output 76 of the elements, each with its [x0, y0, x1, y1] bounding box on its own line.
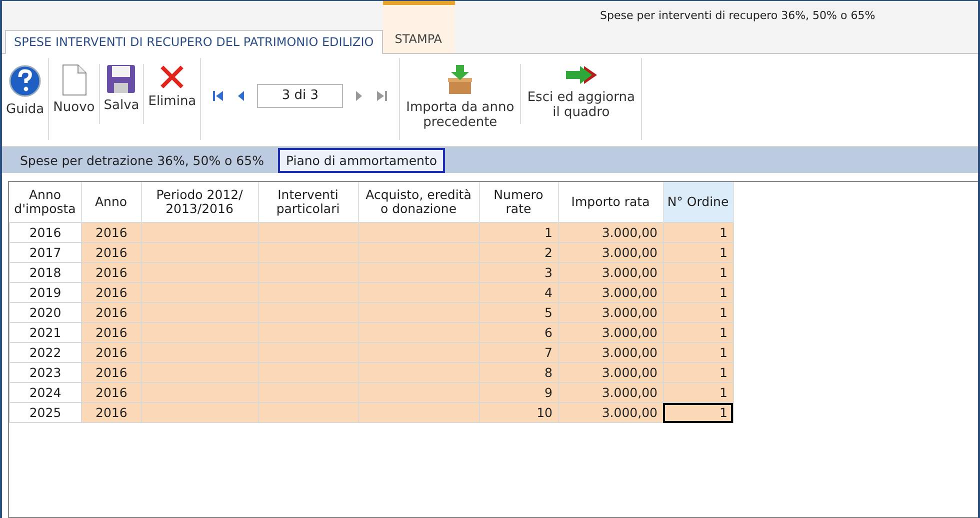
table-cell: 2016 [81, 342, 141, 362]
table-cell: 2 [479, 242, 558, 262]
table-cell: 3.000,00 [558, 262, 663, 282]
table-cell: 2016 [81, 282, 141, 302]
table-cell: 1 [479, 222, 558, 242]
table-cell: 2016 [81, 262, 141, 282]
record-field[interactable]: 3 di 3 [257, 84, 344, 108]
toolbar-button[interactable]: Esci ed aggiorna il quadro [523, 62, 640, 122]
table-cell: 2021 [10, 322, 81, 342]
column-header: Anno d'imposta [10, 182, 81, 222]
table-cell: 4 [479, 282, 558, 302]
table-cell: 1 [663, 322, 733, 342]
table-cell: 3.000,00 [558, 362, 663, 382]
table-cell: 1 [663, 282, 733, 302]
table-cell: 3.000,00 [558, 242, 663, 262]
table-cell: 1 [663, 222, 733, 242]
table-cell: 2016 [10, 222, 81, 242]
table-cell: 2020 [10, 302, 81, 322]
table-cell: 1 [663, 342, 733, 362]
table-cell: 8 [479, 362, 558, 382]
table-cell: 3.000,00 [558, 382, 663, 402]
table-cell: 3.000,00 [558, 342, 663, 362]
document-icon [60, 64, 88, 96]
toolbar-button[interactable]: Nuovo [51, 62, 97, 117]
table-cell: 9 [479, 382, 558, 402]
table-cell: 3.000,00 [558, 222, 663, 242]
table-cell: 1 [663, 362, 733, 382]
table-cell: 2016 [81, 322, 141, 342]
table-cell: 3.000,00 [558, 302, 663, 322]
right-arrow-icon [564, 64, 598, 86]
toolbar-button[interactable]: Salva [102, 62, 142, 115]
table-cell: 2016 [81, 362, 141, 382]
table-cell: 2016 [81, 382, 141, 402]
table-cell: 2017 [10, 242, 81, 262]
toolbar-button[interactable]: Elimina [146, 62, 198, 111]
column-header: Interventi particolari [258, 182, 358, 222]
table-cell: 5 [479, 302, 558, 322]
table-cell: 6 [479, 322, 558, 342]
delete-icon [159, 64, 186, 90]
column-header: Numero rate [479, 182, 558, 222]
window-title: Spese per interventi di recupero 36%, 50% o 65% [600, 9, 876, 22]
table-cell: 2023 [10, 362, 81, 382]
first-record-icon[interactable] [211, 89, 226, 103]
table-cell: 3.000,00 [558, 282, 663, 302]
column-header: Importo rata [558, 182, 663, 222]
table-cell: 1 [663, 242, 733, 262]
table-cell: 2022 [10, 342, 81, 362]
table-cell: 2025 [10, 402, 81, 422]
import-box-icon [446, 64, 474, 96]
section-tab[interactable]: Spese per detrazione 36%, 50% o 65% [12, 148, 272, 172]
toolbar-button[interactable]: Importa da anno precedente [402, 62, 518, 132]
table-cell: 2018 [10, 262, 81, 282]
table-cell: 1 [663, 262, 733, 282]
table-cell: 1 [663, 402, 733, 422]
table-cell: 2016 [81, 242, 141, 262]
table-cell: 1 [663, 382, 733, 402]
table-cell: 7 [479, 342, 558, 362]
table-cell: 2016 [81, 402, 141, 422]
table-cell: 2016 [81, 302, 141, 322]
table-cell: 3.000,00 [558, 322, 663, 342]
table-cell: 2024 [10, 382, 81, 402]
table-cell: 3 [479, 262, 558, 282]
table-cell: 10 [479, 402, 558, 422]
table-cell: 2019 [10, 282, 81, 302]
ribbon-tab[interactable]: SPESE INTERVENTI DI RECUPERO DEL PATRIMONIO EDILIZIO [5, 30, 383, 54]
section-tab[interactable]: Piano di ammortamento [278, 148, 445, 172]
ribbon-tab[interactable]: STAMPA [382, 1, 455, 53]
help-icon [8, 64, 42, 98]
column-header: Anno [81, 182, 141, 222]
table-cell: 1 [663, 302, 733, 322]
column-header: Acquisto, eredità o donazione [358, 182, 479, 222]
toolbar-button[interactable]: Guida [4, 62, 46, 119]
table-cell: 3.000,00 [558, 402, 663, 422]
column-header: Periodo 2012/ 2013/2016 [141, 182, 258, 222]
column-header: N° Ordine [663, 182, 733, 222]
table-cell: 2016 [81, 222, 141, 242]
